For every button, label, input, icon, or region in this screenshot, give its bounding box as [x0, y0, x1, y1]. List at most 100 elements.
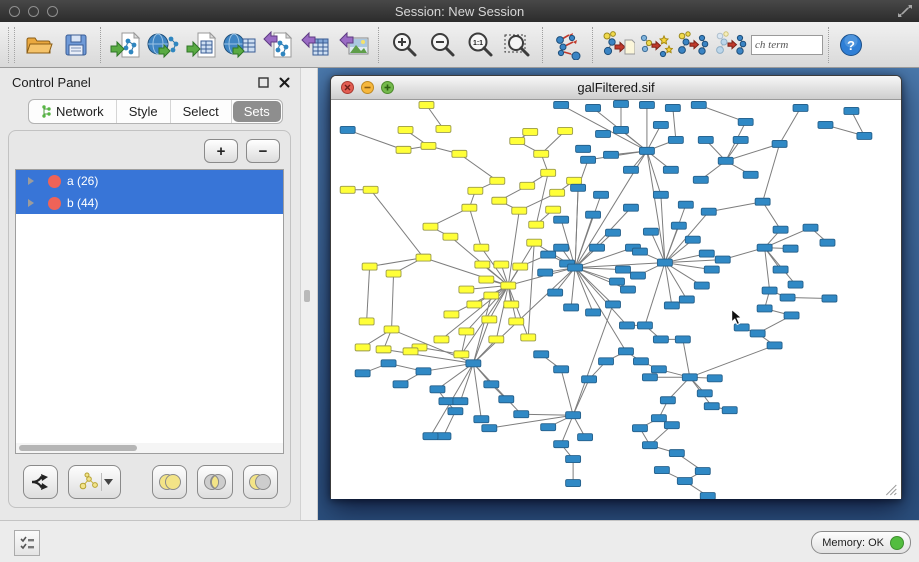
graph-node-yellow[interactable] — [362, 263, 377, 270]
list-item-set-b[interactable]: b (44) — [16, 192, 283, 214]
graph-node-yellow[interactable] — [462, 204, 477, 211]
tab-network[interactable]: Network — [29, 100, 117, 123]
graph-node-yellow[interactable] — [434, 336, 449, 343]
graph-node-blue[interactable] — [665, 104, 680, 111]
remove-set-button[interactable]: − — [246, 139, 280, 163]
graph-node-yellow[interactable] — [513, 263, 528, 270]
graph-node-blue[interactable] — [554, 216, 569, 223]
graph-node-blue[interactable] — [642, 374, 657, 381]
graph-node-blue[interactable] — [538, 269, 553, 276]
export-network-button[interactable] — [259, 27, 297, 63]
fullscreen-resize-icon[interactable] — [897, 3, 913, 19]
graph-node-blue[interactable] — [651, 366, 666, 373]
graph-node-blue[interactable] — [514, 411, 529, 418]
add-set-button[interactable]: + — [204, 139, 238, 163]
expander-icon[interactable] — [28, 199, 34, 207]
graph-node-blue[interactable] — [619, 322, 634, 329]
graph-node-yellow[interactable] — [494, 261, 509, 268]
save-session-button[interactable] — [57, 27, 95, 63]
graph-node-blue[interactable] — [571, 184, 586, 191]
graph-node-blue[interactable] — [620, 286, 635, 293]
graph-node-yellow[interactable] — [475, 261, 490, 268]
graph-node-blue[interactable] — [722, 407, 737, 414]
minimize-window-button[interactable] — [28, 6, 39, 17]
graph-node-blue[interactable] — [664, 422, 679, 429]
graph-node-yellow[interactable] — [467, 301, 482, 308]
intersect-sets-button[interactable] — [197, 465, 232, 499]
graph-node-blue[interactable] — [694, 282, 709, 289]
graph-node-blue[interactable] — [448, 408, 463, 415]
graph-node-blue[interactable] — [654, 467, 669, 474]
graph-node-blue[interactable] — [793, 104, 808, 111]
graph-node-blue[interactable] — [566, 456, 581, 463]
graph-node-yellow[interactable] — [359, 318, 374, 325]
graph-node-yellow[interactable] — [419, 101, 434, 108]
graph-node-blue[interactable] — [750, 330, 765, 337]
graph-node-blue[interactable] — [466, 360, 481, 367]
graph-node-yellow[interactable] — [567, 177, 582, 184]
graph-node-yellow[interactable] — [527, 239, 542, 246]
graph-node-blue[interactable] — [757, 305, 772, 312]
graph-node-yellow[interactable] — [386, 270, 401, 277]
tab-select[interactable]: Select — [171, 100, 232, 123]
graph-node-blue[interactable] — [568, 264, 583, 271]
graph-node-yellow[interactable] — [398, 126, 413, 133]
expander-icon[interactable] — [28, 177, 34, 185]
graph-node-blue[interactable] — [623, 166, 638, 173]
graph-node-yellow[interactable] — [558, 127, 573, 134]
graph-node-blue[interactable] — [699, 250, 714, 257]
search-input[interactable] — [751, 35, 823, 55]
graph-node-yellow[interactable] — [363, 186, 378, 193]
graph-node-blue[interactable] — [697, 390, 712, 397]
graph-node-yellow[interactable] — [482, 316, 497, 323]
graph-node-blue[interactable] — [664, 302, 679, 309]
graph-node-yellow[interactable] — [529, 221, 544, 228]
toolbar-drag-handle[interactable] — [8, 27, 15, 63]
graph-node-blue[interactable] — [474, 416, 489, 423]
graph-node-yellow[interactable] — [454, 351, 469, 358]
hide-selected-button[interactable] — [675, 27, 713, 63]
graph-node-blue[interactable] — [578, 434, 593, 441]
graph-node-yellow[interactable] — [376, 346, 391, 353]
graph-node-yellow[interactable] — [436, 125, 451, 132]
zoom-actual-button[interactable]: 1:1 — [461, 27, 499, 63]
graph-node-blue[interactable] — [393, 381, 408, 388]
graph-node-blue[interactable] — [788, 281, 803, 288]
graph-node-blue[interactable] — [643, 228, 658, 235]
graph-node-blue[interactable] — [637, 322, 652, 329]
graph-node-blue[interactable] — [499, 396, 514, 403]
graph-node-blue[interactable] — [679, 296, 694, 303]
graph-node-blue[interactable] — [632, 425, 647, 432]
graph-node-yellow[interactable] — [492, 197, 507, 204]
graph-node-blue[interactable] — [639, 101, 654, 108]
graph-node-yellow[interactable] — [521, 334, 536, 341]
export-table-button[interactable] — [297, 27, 335, 63]
graph-node-blue[interactable] — [704, 403, 719, 410]
graph-node-blue[interactable] — [657, 259, 672, 266]
clone-network-button[interactable] — [637, 27, 675, 63]
graph-node-yellow[interactable] — [443, 233, 458, 240]
graph-node-blue[interactable] — [653, 191, 668, 198]
graph-node-blue[interactable] — [660, 397, 675, 404]
tab-sets[interactable]: Sets — [233, 101, 281, 122]
graph-node-yellow[interactable] — [421, 142, 436, 149]
graph-node-blue[interactable] — [743, 171, 758, 178]
zoom-window-button[interactable] — [47, 6, 58, 17]
split-sets-button[interactable] — [23, 465, 58, 499]
graph-node-blue[interactable] — [416, 368, 431, 375]
graph-node-blue[interactable] — [616, 266, 631, 273]
graph-node-blue[interactable] — [675, 336, 690, 343]
graph-node-blue[interactable] — [642, 442, 657, 449]
graph-node-yellow[interactable] — [340, 186, 355, 193]
graph-node-blue[interactable] — [734, 324, 749, 331]
graph-node-blue[interactable] — [554, 441, 569, 448]
graph-node-blue[interactable] — [604, 151, 619, 158]
graph-node-yellow[interactable] — [501, 282, 516, 289]
apply-layout-button[interactable] — [549, 27, 587, 63]
graph-node-yellow[interactable] — [504, 301, 519, 308]
graph-node-blue[interactable] — [482, 425, 497, 432]
graph-node-yellow[interactable] — [444, 311, 459, 318]
create-set-from-network-button[interactable] — [68, 465, 121, 499]
graph-node-blue[interactable] — [818, 121, 833, 128]
network-graph[interactable] — [331, 100, 901, 499]
